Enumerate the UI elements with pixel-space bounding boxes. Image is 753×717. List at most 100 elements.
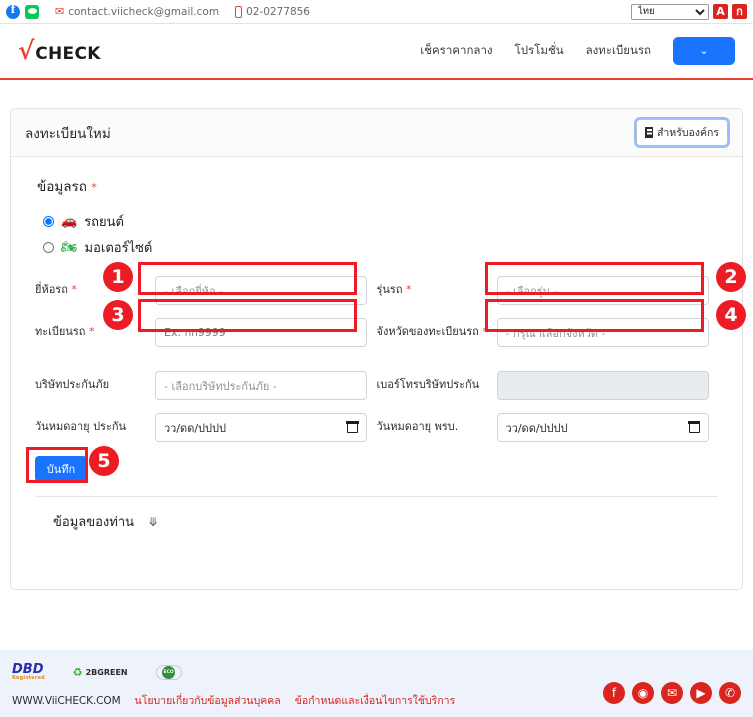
your-info-label: ข้อมูลของท่าน [53, 511, 134, 532]
building-icon [645, 127, 653, 138]
label-prb-expiry: วันหมดอายุ พรบ. [377, 413, 497, 435]
insurer-phone-input [497, 371, 709, 400]
facebook-icon[interactable] [6, 5, 20, 19]
label-model-text: รุ่นรถ [377, 283, 403, 296]
step-marker-4: 4 [716, 300, 746, 330]
step-marker-3: 3 [103, 300, 133, 330]
province-select[interactable]: - กรุณาเลือกจังหวัด - [497, 318, 709, 347]
youtube-icon[interactable]: ▶ [690, 682, 712, 704]
calendar-icon[interactable] [689, 422, 700, 433]
site-logo[interactable]: √ CHECK [18, 38, 101, 64]
vehicle-type-car-radio[interactable] [43, 216, 54, 227]
font-thai-button[interactable]: ก [732, 4, 747, 19]
phone-icon[interactable]: ✆ [719, 682, 741, 704]
required-asterisk: * [71, 283, 77, 296]
logo-check-mark: √ [18, 38, 34, 63]
control-province: - กรุณาเลือกจังหวัด - [497, 318, 709, 347]
account-menu-button[interactable]: ⌄ [673, 37, 735, 65]
footer-privacy-link[interactable]: นโยบายเกี่ยวกับข้อมูลส่วนบุคคล [135, 692, 281, 709]
section-title-text: ข้อมูลรถ [37, 179, 87, 195]
label-plate-text: ทะเบียนรถ [35, 325, 85, 338]
eco-badge-text: ECO [162, 666, 175, 679]
registration-card: ลงทะเบียนใหม่ สำหรับองค์กร ข้อมูลรถ * 🚗 … [10, 108, 743, 590]
contact-phone[interactable]: 02-0277856 [235, 6, 310, 18]
plate-input[interactable] [155, 318, 367, 347]
topbar-social-group [6, 5, 39, 19]
section-title-vehicle-info: ข้อมูลรถ * [37, 175, 718, 197]
label-insurer: บริษัทประกันภัย [35, 371, 155, 393]
required-asterisk: * [406, 283, 412, 296]
line-icon[interactable]: ◉ [632, 682, 654, 704]
step-marker-1: 1 [103, 262, 133, 292]
contact-phone-text: 02-0277856 [246, 6, 310, 18]
control-insurance-expiry: วว/ดด/ปปปป [155, 413, 367, 442]
contact-email-text: contact.viicheck@gmail.com [68, 6, 219, 18]
step-marker-2: 2 [716, 262, 746, 292]
vehicle-type-motorcycle-label: มอเตอร์ไซต์ [85, 237, 153, 258]
card-header: ลงทะเบียนใหม่ สำหรับองค์กร [11, 109, 742, 157]
main-nav: เช็คราคากลาง โปรโมชั่น ลงทะเบียนรถ ⌄ [420, 37, 735, 65]
field-prb-expiry: วันหมดอายุ พรบ. วว/ดด/ปปปป [377, 413, 719, 442]
chevron-down-icon: ⌄ [699, 44, 708, 57]
page-title: ลงทะเบียนใหม่ [25, 122, 111, 144]
chevron-double-down-icon[interactable]: ⤋ [148, 515, 158, 529]
save-button[interactable]: บันทึก [35, 456, 87, 482]
car-icon: 🚗 [61, 214, 77, 229]
vehicle-type-motorcycle-row[interactable]: 🏍 มอเตอร์ไซต์ [43, 237, 718, 258]
form-row-expiry: วันหมดอายุ ประกัน วว/ดด/ปปปป วันหมดอายุ … [35, 413, 718, 442]
green-badge-text: 2BGREEN [86, 668, 128, 677]
twitter-icon[interactable]: ✉ [661, 682, 683, 704]
facebook-icon[interactable]: f [603, 682, 625, 704]
insurer-select[interactable]: - เลือกบริษัทประกันภัย - [155, 371, 367, 400]
nav-item-register-vehicle[interactable]: ลงทะเบียนรถ [586, 42, 651, 60]
line-icon[interactable] [25, 5, 39, 19]
green-badge: ♻ 2BGREEN [73, 666, 128, 679]
field-insurer: บริษัทประกันภัย - เลือกบริษัทประกันภัย - [35, 371, 377, 400]
phone-icon [235, 6, 242, 18]
insurance-expiry-date[interactable]: วว/ดด/ปปปป [155, 413, 367, 442]
field-brand: ยี่ห้อรถ * - เลือกยี่ห้อ - [35, 276, 377, 305]
field-insurance-expiry: วันหมดอายุ ประกัน วว/ดด/ปปปป [35, 413, 377, 442]
control-insurer: - เลือกบริษัทประกันภัย - [155, 371, 367, 400]
brand-select[interactable]: - เลือกยี่ห้อ - [155, 276, 367, 305]
field-insurer-phone: เบอร์โทรบริษัทประกัน [377, 371, 719, 400]
for-organization-label: สำหรับองค์กร [657, 124, 719, 141]
vehicle-type-motorcycle-radio[interactable] [43, 242, 54, 253]
label-brand: ยี่ห้อรถ * [35, 276, 155, 298]
required-asterisk: * [89, 325, 95, 338]
prb-expiry-date[interactable]: วว/ดด/ปปปป [497, 413, 709, 442]
utility-topbar: ✉ contact.viicheck@gmail.com 02-0277856 … [0, 0, 753, 24]
logo-text: CHECK [35, 44, 100, 64]
contact-email[interactable]: ✉ contact.viicheck@gmail.com [55, 6, 219, 18]
dbd-badge: DBD Registered [12, 663, 45, 681]
form-row-brand-model: ยี่ห้อรถ * - เลือกยี่ห้อ - รุ่นรถ * [35, 276, 718, 305]
required-asterisk: * [91, 181, 97, 194]
your-info-section-toggle[interactable]: ข้อมูลของท่าน ⤋ [53, 511, 718, 532]
calendar-icon[interactable] [347, 422, 358, 433]
vehicle-form: ยี่ห้อรถ * - เลือกยี่ห้อ - รุ่นรถ * [35, 276, 718, 532]
eco-badge: ECO [156, 665, 182, 680]
model-select[interactable]: - เลือกรุ่น - [497, 276, 709, 305]
nav-item-promotion[interactable]: โปรโมชั่น [515, 42, 564, 60]
topbar-right-group: ไทย A ก [631, 4, 747, 20]
field-model: รุ่นรถ * - เลือกรุ่น - [377, 276, 719, 305]
insurance-expiry-value: วว/ดด/ปปปป [164, 419, 226, 437]
control-prb-expiry: วว/ดด/ปปปป [497, 413, 709, 442]
control-brand: - เลือกยี่ห้อ - [155, 276, 367, 305]
label-province: จังหวัดของทะเบียนรถ * [377, 318, 497, 340]
step-marker-5: 5 [89, 446, 119, 476]
site-footer: DBD Registered ♻ 2BGREEN ECO WWW.ViiCHEC… [0, 650, 753, 717]
label-insurer-phone: เบอร์โทรบริษัทประกัน [377, 371, 497, 393]
control-plate [155, 318, 367, 347]
form-row-insurer: บริษัทประกันภัย - เลือกบริษัทประกันภัย -… [35, 371, 718, 400]
footer-terms-link[interactable]: ข้อกำหนดและเงื่อนไขการใช้บริการ [295, 692, 456, 709]
language-select[interactable]: ไทย [631, 4, 709, 20]
for-organization-button[interactable]: สำหรับองค์กร [636, 119, 728, 146]
control-insurer-phone [497, 371, 709, 400]
nav-item-price-check[interactable]: เช็คราคากลาง [420, 42, 492, 60]
vehicle-type-car-row[interactable]: 🚗 รถยนต์ [43, 211, 718, 232]
font-size-normal-button[interactable]: A [713, 4, 728, 19]
divider [35, 496, 718, 497]
form-row-plate-province: ทะเบียนรถ * จังหวัดของทะเบียนรถ * [35, 318, 718, 347]
footer-website[interactable]: WWW.ViiCHECK.COM [12, 695, 121, 707]
